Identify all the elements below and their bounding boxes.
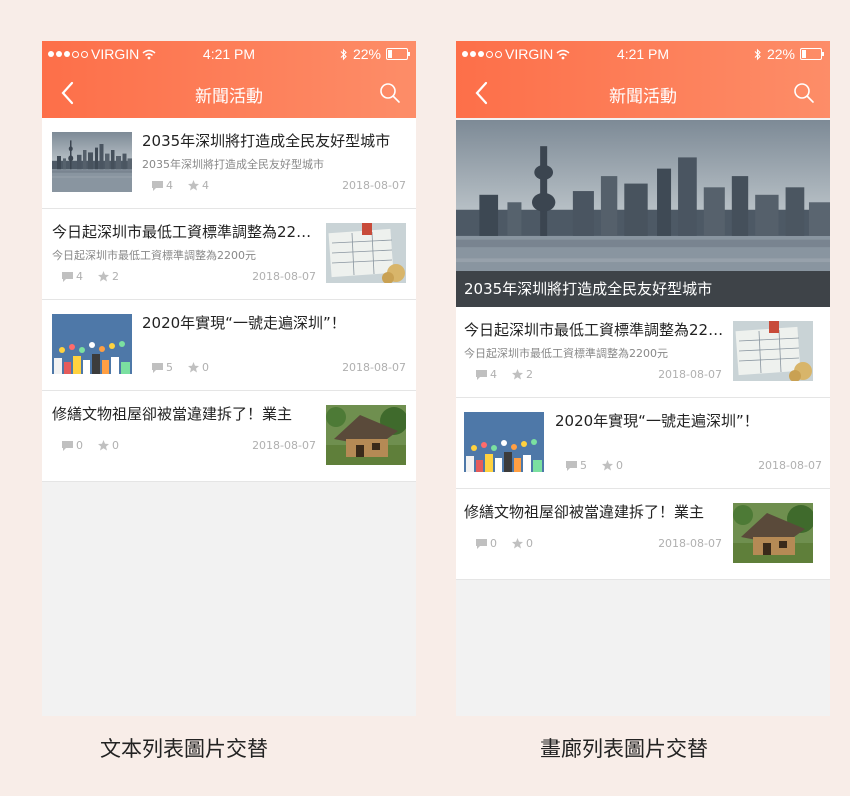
bluetooth-icon [754, 48, 761, 60]
list-item[interactable]: 修繕文物祖屋卻被當違建拆了！業主 0 0 2018-08-07 [456, 489, 830, 580]
star-icon [98, 440, 109, 451]
header-bar: VIRGIN 4:21 PM 22% 新聞活動 [42, 41, 416, 118]
list-item[interactable]: 今日起深圳市最低工資標準調整為2200元 今日起深圳市最低工資標準調整為2200… [42, 209, 416, 300]
hero-title: 2035年深圳將打造成全民友好型城市 [456, 271, 830, 307]
article-meta: 5 0 [566, 459, 633, 472]
article-date: 2018-08-07 [342, 179, 406, 192]
comment-count: 0 [490, 537, 497, 550]
article-thumbnail [733, 503, 813, 563]
article-meta: 4 4 [152, 179, 219, 192]
search-icon[interactable] [792, 81, 816, 105]
article-title: 今日起深圳市最低工資標準調整為2200元 [464, 321, 730, 339]
star-count: 0 [202, 361, 209, 374]
comment-icon [566, 460, 577, 471]
comment-count: 5 [166, 361, 173, 374]
star-count: 0 [526, 537, 533, 550]
article-thumbnail [52, 132, 132, 192]
star-icon [188, 180, 199, 191]
article-summary: 今日起深圳市最低工資標準調整為2200元 [52, 249, 256, 262]
list-item[interactable]: 修繕文物祖屋卻被當違建拆了！業主 0 0 2018-08-07 [42, 391, 416, 482]
comment-count: 0 [76, 439, 83, 452]
comment-icon [152, 362, 163, 373]
list-item[interactable]: 2020年實現“一號走遍深圳”！ 5 0 2018-08-07 [42, 300, 416, 391]
article-list: 2035年深圳將打造成全民友好型城市 今日起深圳市最低工資標準調整為2200元 … [456, 120, 830, 580]
hero-banner[interactable]: 2035年深圳將打造成全民友好型城市 [456, 120, 830, 307]
status-bar: VIRGIN 4:21 PM 22% [456, 41, 830, 69]
star-icon [512, 369, 523, 380]
star-count: 2 [526, 368, 533, 381]
page-title: 新聞活動 [195, 87, 263, 107]
comment-count: 5 [580, 459, 587, 472]
star-count: 2 [112, 270, 119, 283]
comment-count: 4 [76, 270, 83, 283]
article-meta: 0 0 [62, 439, 129, 452]
comment-icon [476, 538, 487, 549]
nav-bar: 新聞活動 [456, 69, 830, 118]
star-count: 4 [202, 179, 209, 192]
comment-icon [62, 271, 73, 282]
header-bar: VIRGIN 4:21 PM 22% 新聞活動 [456, 41, 830, 118]
comment-count: 4 [490, 368, 497, 381]
article-title: 修繕文物祖屋卻被當違建拆了！業主 [464, 503, 705, 521]
star-icon [512, 538, 523, 549]
article-date: 2018-08-07 [252, 270, 316, 283]
article-title: 2020年實現“一號走遍深圳”！ [555, 412, 759, 430]
list-item[interactable]: 2035年深圳將打造成全民友好型城市 2035年深圳將打造成全民友好型城市 4 … [42, 118, 416, 209]
article-meta: 0 0 [476, 537, 543, 550]
comment-icon [152, 180, 163, 191]
article-thumbnail [464, 412, 544, 472]
article-title: 2020年實現“一號走遍深圳”！ [142, 314, 346, 332]
comment-icon [62, 440, 73, 451]
article-meta: 5 0 [152, 361, 219, 374]
article-meta: 4 2 [62, 270, 129, 283]
caption-gallery-list: 畫廊列表圖片交替 [540, 737, 708, 761]
status-right: 22% [340, 46, 410, 62]
battery-percent: 22% [352, 46, 381, 62]
article-date: 2018-08-07 [252, 439, 316, 452]
article-date: 2018-08-07 [658, 368, 722, 381]
status-bar: VIRGIN 4:21 PM 22% [42, 41, 416, 69]
article-thumbnail [52, 314, 132, 374]
phone-gallery-list: VIRGIN 4:21 PM 22% 新聞活動 2035年深圳將打造成全民友好型… [456, 41, 830, 716]
article-date: 2018-08-07 [658, 537, 722, 550]
status-right: 22% [754, 46, 824, 62]
battery-icon [800, 48, 824, 60]
comment-icon [476, 369, 487, 380]
article-list: 2035年深圳將打造成全民友好型城市 2035年深圳將打造成全民友好型城市 4 … [42, 118, 416, 482]
caption-text-list: 文本列表圖片交替 [100, 737, 268, 761]
star-count: 0 [112, 439, 119, 452]
battery-icon [386, 48, 410, 60]
article-summary: 2035年深圳將打造成全民友好型城市 [142, 158, 324, 171]
star-count: 0 [616, 459, 623, 472]
article-title: 2035年深圳將打造成全民友好型城市 [142, 132, 391, 150]
article-date: 2018-08-07 [758, 459, 822, 472]
article-thumbnail [326, 405, 406, 465]
star-icon [188, 362, 199, 373]
phone-text-list: VIRGIN 4:21 PM 22% 新聞活動 2035年深圳將打造成全民友好型… [42, 41, 416, 716]
article-title: 修繕文物祖屋卻被當違建拆了！業主 [52, 405, 293, 423]
list-item[interactable]: 2020年實現“一號走遍深圳”！ 5 0 2018-08-07 [456, 398, 830, 489]
article-meta: 4 2 [476, 368, 543, 381]
list-item[interactable]: 今日起深圳市最低工資標準調整為2200元 今日起深圳市最低工資標準調整為2200… [456, 307, 830, 398]
nav-bar: 新聞活動 [42, 69, 416, 118]
page-title: 新聞活動 [609, 87, 677, 107]
article-date: 2018-08-07 [342, 361, 406, 374]
article-title: 今日起深圳市最低工資標準調整為2200元 [52, 223, 316, 241]
article-thumbnail [733, 321, 813, 381]
battery-percent: 22% [766, 46, 795, 62]
bluetooth-icon [340, 48, 347, 60]
star-icon [98, 271, 109, 282]
article-thumbnail [326, 223, 406, 283]
star-icon [602, 460, 613, 471]
article-summary: 今日起深圳市最低工資標準調整為2200元 [464, 347, 668, 360]
search-icon[interactable] [378, 81, 402, 105]
comment-count: 4 [166, 179, 173, 192]
